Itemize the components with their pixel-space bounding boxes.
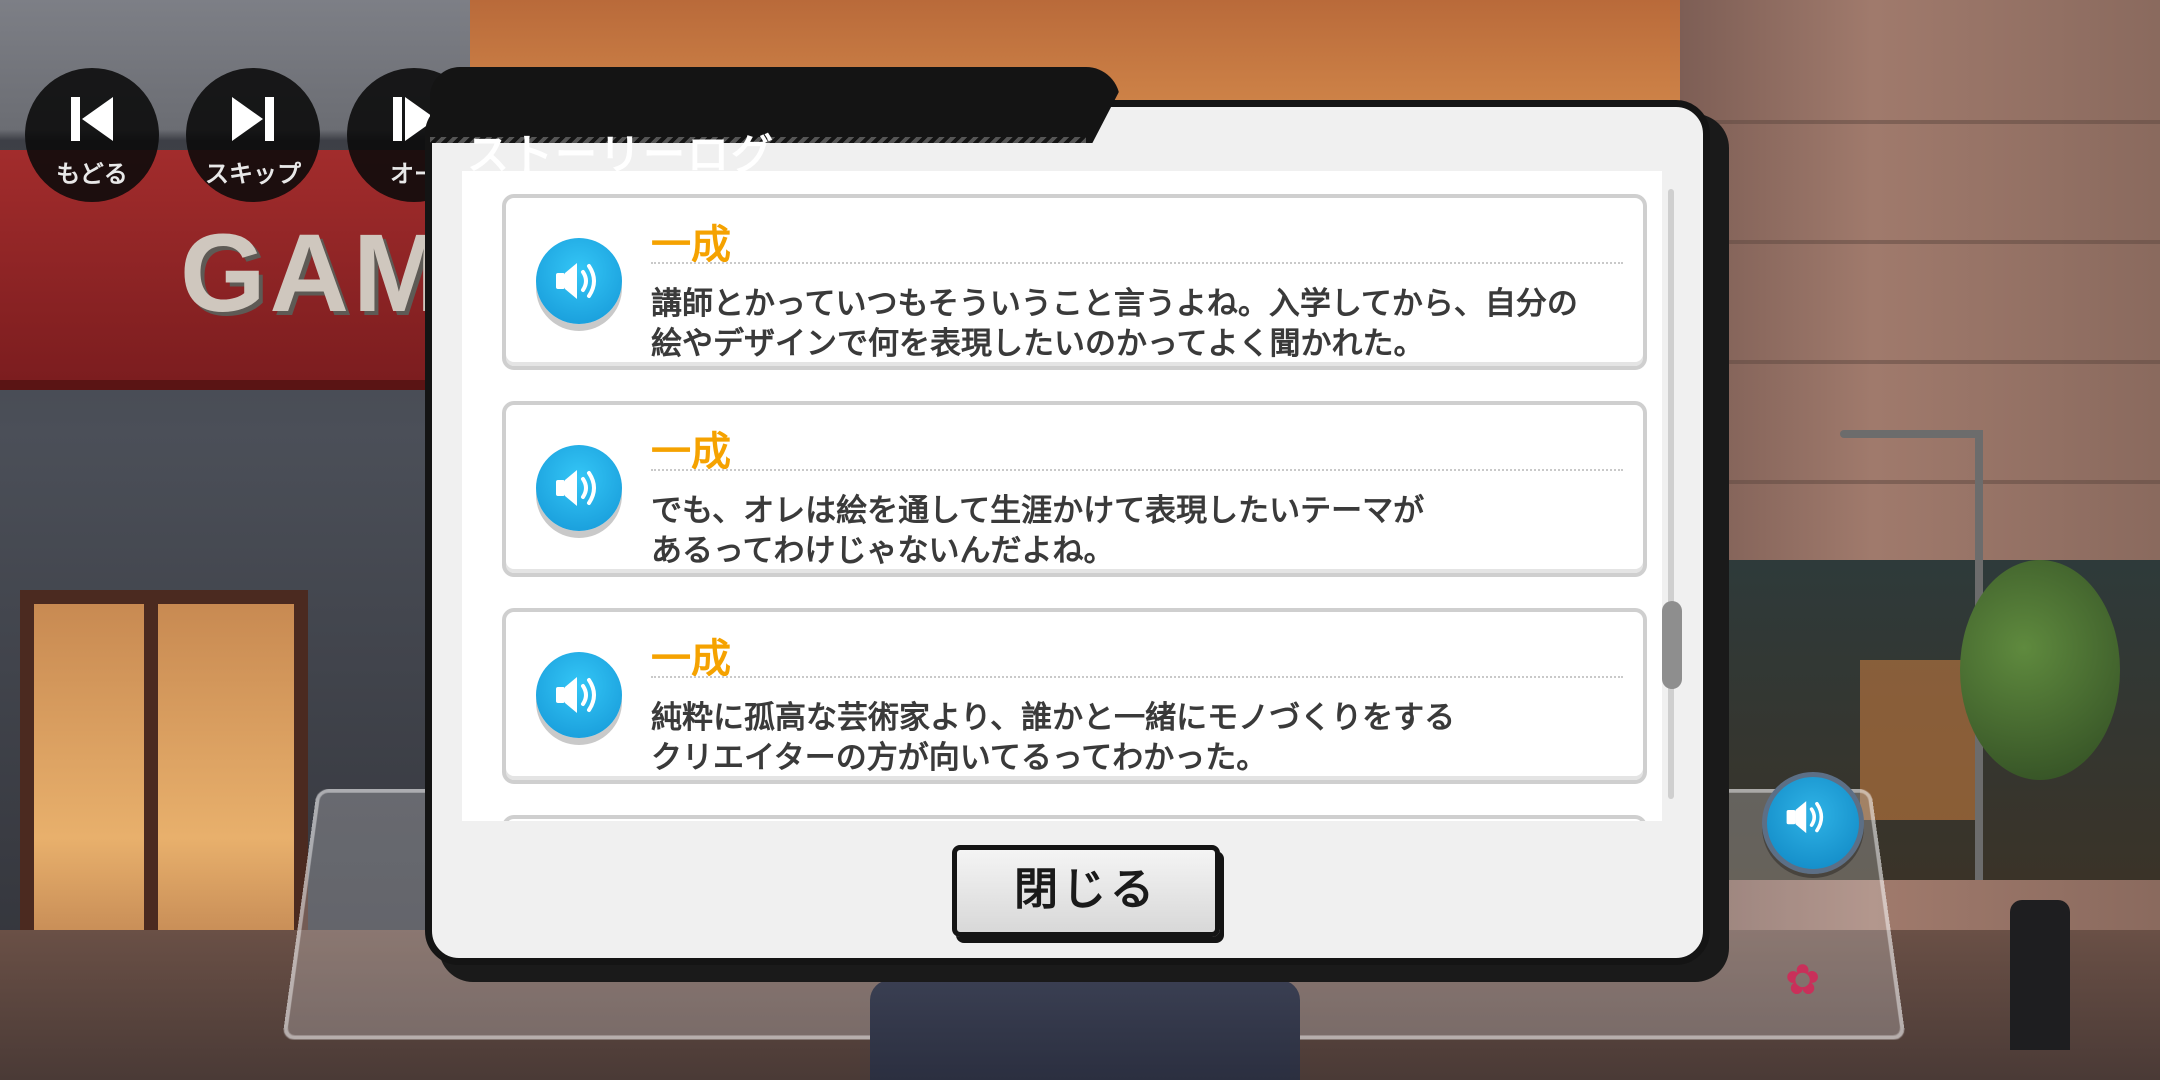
skip-button[interactable]: スキップ bbox=[186, 68, 320, 202]
scrollbar-thumb[interactable] bbox=[1662, 601, 1682, 689]
dialogue-line: 純粋に孤高な芸術家より、誰かと一緒にモノづくりをする bbox=[651, 700, 1456, 736]
speaker-volume-icon bbox=[1786, 801, 1824, 834]
log-entry-partial bbox=[502, 815, 1647, 821]
log-entry: 一成 でも、オレは絵を通して生涯かけて表現したいテーマが あるってわけじゃないん… bbox=[502, 401, 1647, 577]
dialogue-line: あるってわけじゃないんだよね。 bbox=[651, 533, 1115, 569]
speaker-volume-icon bbox=[556, 677, 596, 713]
back-button[interactable]: もどる bbox=[25, 68, 159, 202]
name-divider bbox=[651, 469, 1623, 471]
story-log-dialog: ストーリーログ 一成 講師とかっていつもそういうこと言うよね。入学してから、自分… bbox=[425, 67, 1730, 982]
name-divider bbox=[651, 262, 1623, 264]
shop-sign: GAM bbox=[180, 212, 449, 335]
voice-replay-button[interactable] bbox=[536, 652, 622, 738]
scrollbar-track[interactable] bbox=[1668, 189, 1674, 799]
dialogue-line: 絵やデザインで何を表現したいのかってよく聞かれた。 bbox=[651, 326, 1425, 362]
log-entry: 一成 純粋に孤高な芸術家より、誰かと一緒にモノづくりをする クリエイターの方が向… bbox=[502, 608, 1647, 784]
name-divider bbox=[651, 676, 1623, 678]
tree bbox=[1960, 560, 2120, 780]
log-list[interactable]: 一成 講師とかっていつもそういうこと言うよね。入学してから、自分の 絵やデザイン… bbox=[462, 171, 1662, 821]
speaker-volume-icon bbox=[556, 263, 596, 299]
log-entry: 一成 講師とかっていつもそういうこと言うよね。入学してから、自分の 絵やデザイン… bbox=[502, 194, 1647, 370]
skip-forward-icon bbox=[232, 97, 274, 141]
character-sprite bbox=[870, 980, 1300, 1080]
rewind-icon bbox=[71, 97, 113, 141]
street-lamp-arm bbox=[1840, 430, 1980, 438]
voice-replay-button[interactable] bbox=[536, 238, 622, 324]
dialogue-line: 講師とかっていつもそういうこと言うよね。入学してから、自分の bbox=[651, 286, 1578, 322]
voice-button[interactable] bbox=[1762, 772, 1864, 874]
dialog-body: ストーリーログ 一成 講師とかっていつもそういうこと言うよね。入学してから、自分… bbox=[425, 67, 1710, 965]
dialogue-line: クリエイターの方が向いてるってわかった。 bbox=[651, 740, 1268, 776]
trash-bin bbox=[2010, 900, 2070, 1050]
skip-label: スキップ bbox=[205, 160, 301, 188]
back-label: もどる bbox=[56, 160, 128, 188]
close-button[interactable]: 閉じる bbox=[952, 845, 1220, 937]
voice-replay-button[interactable] bbox=[536, 445, 622, 531]
sakura-icon: ✿ bbox=[1785, 955, 1821, 1004]
speaker-volume-icon bbox=[556, 470, 596, 506]
dialogue-line: でも、オレは絵を通して生涯かけて表現したいテーマが bbox=[651, 493, 1425, 529]
